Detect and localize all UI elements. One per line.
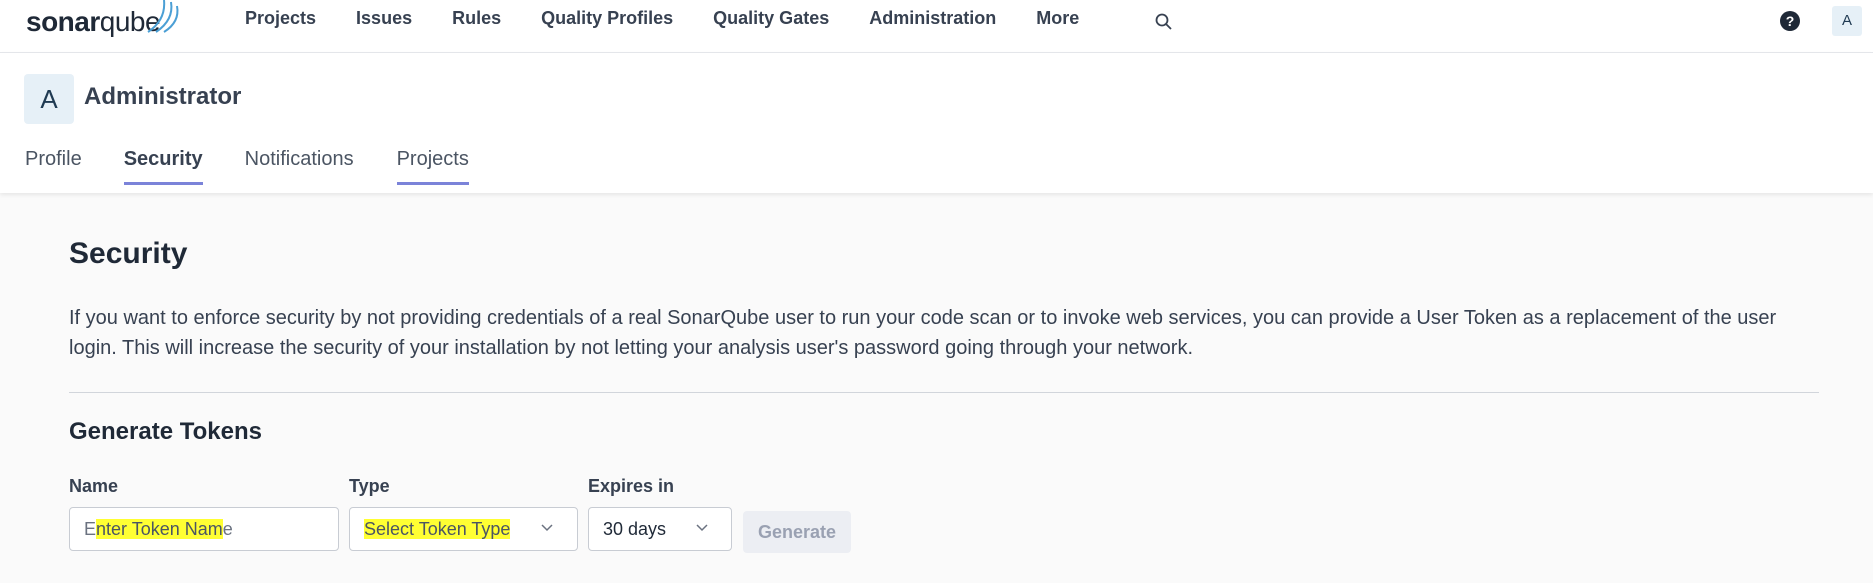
type-placeholder: Select Token Type [364,519,511,539]
account-header: A Administrator Profile Security Notific… [0,53,1873,193]
page-title: Administrator [84,83,242,110]
name-label: Name [69,476,119,496]
tab-profile[interactable]: Profile [25,148,82,185]
account-tabs: Profile Security Notifications Projects [25,148,470,185]
search-icon[interactable] [1154,12,1174,32]
tab-security[interactable]: Security [123,148,203,185]
nav-quality-gates[interactable]: Quality Gates [713,8,829,29]
nav-more[interactable]: More [1036,8,1079,29]
nav-administration[interactable]: Administration [869,8,996,29]
sonarqube-logo[interactable]: sonarqube [26,0,179,40]
section-title: Security [69,237,188,270]
token-name-input[interactable]: Enter Token Name [69,507,339,551]
top-navigation: sonarqube Projects Issues Rules Quality … [0,0,1873,53]
help-icon[interactable]: ? [1780,11,1800,31]
name-placeholder-end: e [222,519,233,539]
nav-rules[interactable]: Rules [452,8,501,29]
logo-text-main: sonar [26,6,100,37]
generate-tokens-title: Generate Tokens [69,418,262,445]
divider [69,392,1819,393]
name-placeholder-start: E [84,519,97,539]
avatar: A [24,74,74,124]
tab-notifications[interactable]: Notifications [245,148,354,185]
nav-projects[interactable]: Projects [245,8,316,29]
chevron-down-icon [696,524,708,532]
type-label: Type [349,476,390,496]
expires-in-select[interactable]: 30 days [588,507,732,551]
security-description: If you want to enforce security by not p… [69,307,1777,359]
main-menu: Projects Issues Rules Quality Profiles Q… [245,8,1119,29]
nav-quality-profiles[interactable]: Quality Profiles [541,8,673,29]
tab-projects[interactable]: Projects [396,148,470,185]
chevron-down-icon [541,524,553,532]
expires-label: Expires in [588,476,675,496]
generate-button[interactable]: Generate [743,511,851,553]
name-placeholder-highlight: nter Token Nam [96,519,223,539]
token-type-select[interactable]: Select Token Type [349,507,578,551]
user-avatar-menu[interactable]: A [1832,6,1862,36]
expires-value: 30 days [603,519,667,539]
logo-waves-icon [147,0,179,33]
nav-issues[interactable]: Issues [356,8,412,29]
